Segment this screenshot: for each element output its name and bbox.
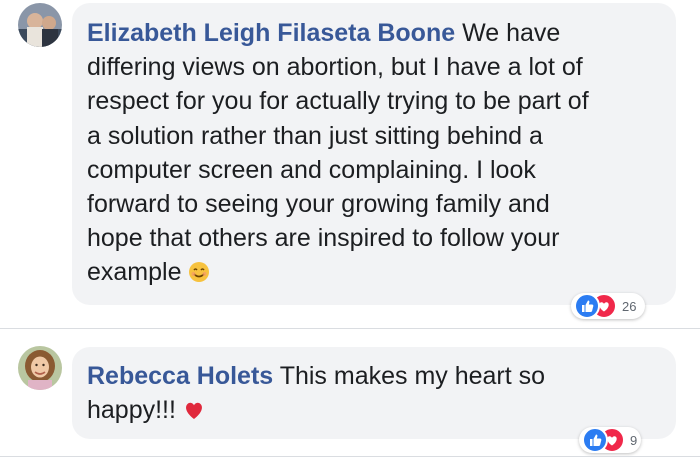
comment-text: happy!!! [87,396,176,425]
avatar-photo [18,3,62,47]
comment-line: happy!!! [87,393,662,427]
comment-line: computer screen and complaining. I look [87,155,536,184]
comment-bubble: Elizabeth Leigh Filaseta Boone We have d… [72,3,676,305]
reaction-summary[interactable]: 9 [579,427,641,453]
like-reaction-icon [582,427,608,453]
reaction-count: 26 [622,298,637,314]
comment-line: forward to seeing your growing family an… [87,190,550,219]
comment-text: This makes my heart so [273,362,546,390]
comment-line: hope that others are inspired to follow … [87,224,560,253]
comment-bubble: Rebecca Holets This makes my heart so ha… [72,347,676,439]
comment-line: differing views on abortion, but I have … [87,53,583,82]
comment-author-link[interactable]: Elizabeth Leigh Filaseta Boone [87,19,455,47]
comment-line: Rebecca Holets This makes my heart so [87,359,662,393]
comment-text: example [87,258,182,287]
comment-text: We have [455,19,561,47]
comment-line: respect for you for actually trying to b… [87,87,589,116]
comment-author-link[interactable]: Rebecca Holets [87,362,273,390]
comment-line: example [87,255,662,289]
avatar-photo [18,346,62,390]
smiling-face-icon [189,262,210,283]
comment-divider [0,328,700,329]
like-reaction-icon [574,293,600,319]
reaction-count: 9 [630,432,638,448]
commenter-avatar[interactable] [18,3,62,47]
red-heart-icon [185,402,202,420]
commenter-avatar[interactable] [18,346,62,390]
comment-line: Elizabeth Leigh Filaseta Boone We have [87,16,662,50]
bottom-divider [0,456,700,457]
reaction-summary[interactable]: 26 [571,293,645,319]
comment-line: a solution rather than just sitting behi… [87,121,543,150]
